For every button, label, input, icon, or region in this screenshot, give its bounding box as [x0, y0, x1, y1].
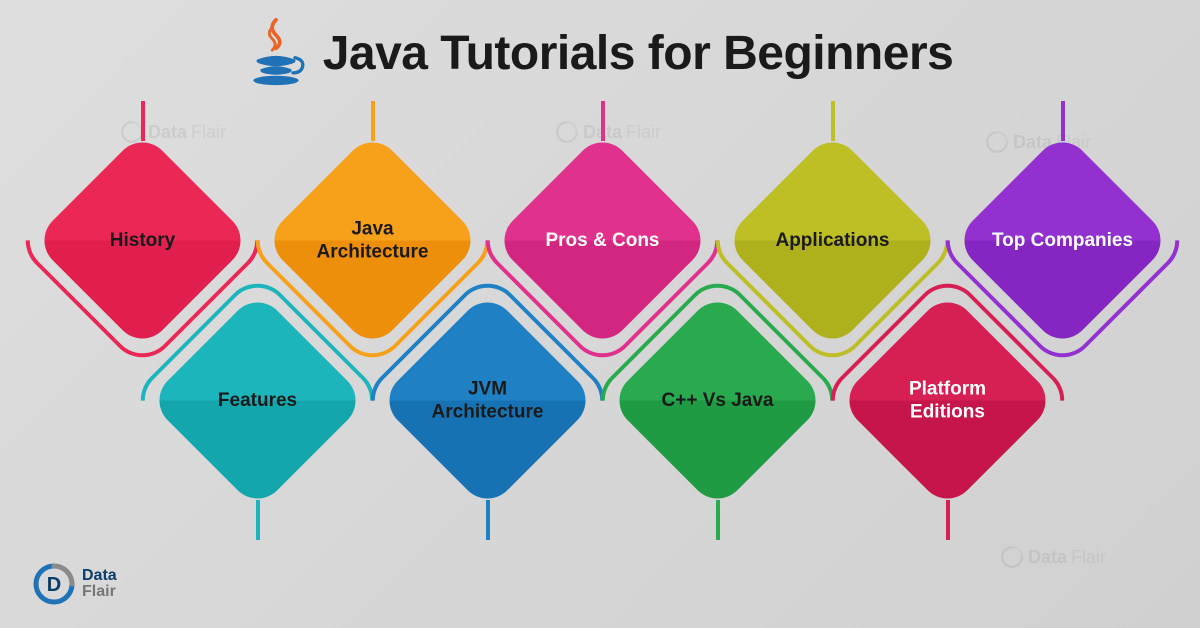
tile-label: C++ Vs Java	[640, 389, 795, 413]
tile-label: Platform Editions	[870, 377, 1025, 425]
tile-label: Features	[180, 389, 335, 413]
tile-stem-top	[601, 101, 605, 141]
topic-tile[interactable]: C++ Vs Java	[640, 323, 795, 478]
tile-label: JavaArchitecture	[295, 217, 450, 265]
tile-stem-bottom	[486, 500, 490, 540]
svg-text:D: D	[47, 574, 61, 596]
tile-label: JVMArchitecture	[410, 377, 565, 425]
tile-stem-top	[831, 101, 835, 141]
topic-tile[interactable]: History	[65, 163, 220, 318]
topic-tile[interactable]: Platform Editions	[870, 323, 1025, 478]
page-title: Java Tutorials for Beginners	[323, 26, 954, 81]
topic-tile[interactable]: JavaArchitecture	[295, 163, 450, 318]
brand-logo: D Data Flair	[32, 562, 117, 606]
tile-label: Top Companies	[985, 229, 1140, 253]
tile-stem-bottom	[716, 500, 720, 540]
tile-label: Pros & Cons	[525, 229, 680, 253]
topic-tile[interactable]: Features	[180, 323, 335, 478]
topic-tile[interactable]: JVMArchitecture	[410, 323, 565, 478]
java-logo-icon	[247, 18, 305, 88]
topic-tile[interactable]: Applications	[755, 163, 910, 318]
brand-logo-text: Data Flair	[82, 568, 117, 600]
tile-stem-top	[141, 101, 145, 141]
tile-label: Applications	[755, 229, 910, 253]
tile-label: History	[65, 229, 220, 253]
brand-logo-icon: D	[32, 562, 76, 606]
brand-name-top: Data	[82, 567, 117, 584]
tile-stem-top	[371, 101, 375, 141]
topic-tile[interactable]: Top Companies	[985, 163, 1140, 318]
brand-name-bottom: Flair	[82, 583, 116, 600]
topic-tile[interactable]: Pros & Cons	[525, 163, 680, 318]
topics-diagram: History JavaArchitecture Pros & Cons Applic…	[0, 108, 1200, 588]
header: Java Tutorials for Beginners	[0, 0, 1200, 88]
tile-stem-top	[1061, 101, 1065, 141]
tile-stem-bottom	[946, 500, 950, 540]
tile-stem-bottom	[256, 500, 260, 540]
